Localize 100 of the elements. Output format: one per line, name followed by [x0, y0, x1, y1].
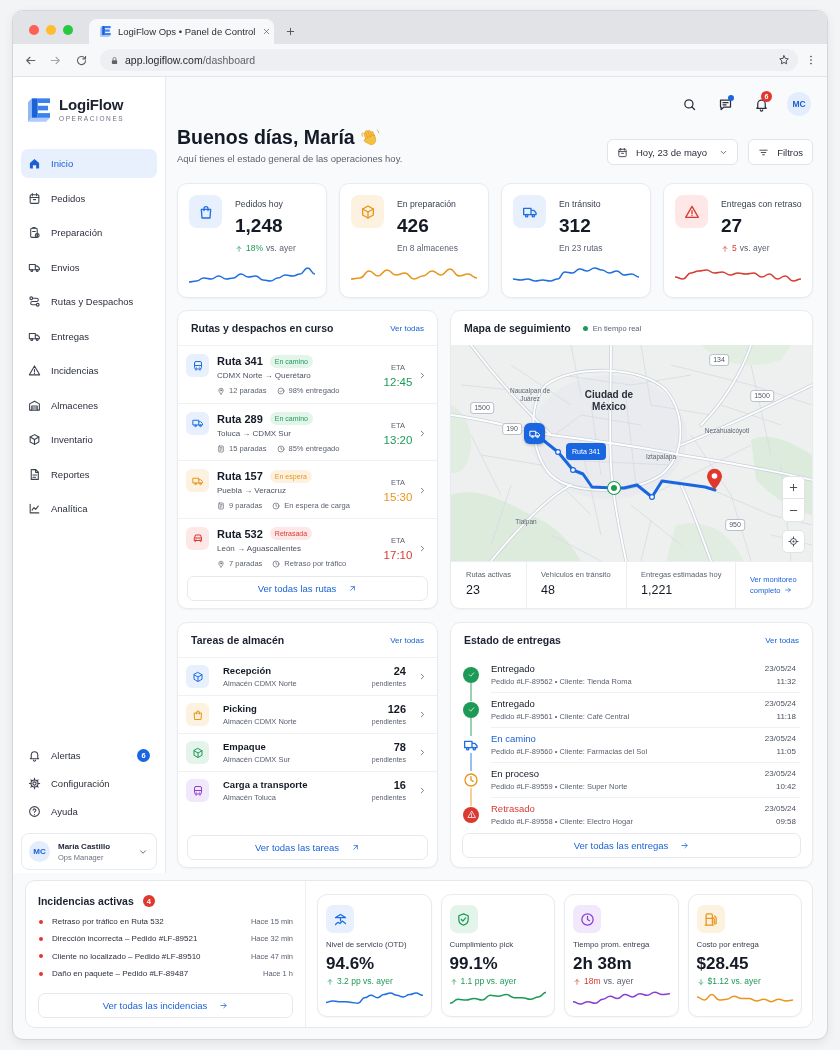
chevron-right-icon[interactable] [418, 428, 427, 438]
view-all-link[interactable]: Ver todas [390, 323, 424, 333]
eta-time: 17:10 [382, 547, 414, 562]
window-zoom-button[interactable] [63, 24, 73, 35]
route-name: Ruta 532 [217, 527, 263, 540]
window-close-button[interactable] [29, 24, 39, 35]
filter-button[interactable]: Filtros [748, 139, 813, 165]
brand-name: LogiFlow [59, 96, 125, 113]
delivery-date: 23/05/24 [764, 662, 796, 674]
incident-text[interactable]: Retraso por tráfico en Ruta 532 [52, 917, 164, 927]
box-icon [351, 195, 384, 228]
panel-title: Mapa de seguimiento [464, 322, 571, 334]
clock-icon [276, 444, 285, 453]
chevron-right-icon[interactable] [418, 748, 427, 757]
nav-item[interactable]: Incidencias [21, 356, 157, 385]
nav-item[interactable]: Almacenes [21, 390, 157, 420]
nav-item[interactable]: Configuración [21, 769, 157, 797]
stat-note: En 8 almacenes [397, 243, 458, 254]
view-all-link[interactable]: Ver todas [765, 635, 799, 645]
nav-item[interactable]: Ayuda [21, 797, 157, 825]
document-icon [217, 502, 225, 510]
box-icon [186, 665, 209, 688]
delivery-date: 23/05/24 [764, 732, 796, 744]
warehouse-icon [28, 398, 41, 412]
change-note: vs. ayer [266, 243, 296, 254]
panel-title: Estado de entregas [464, 634, 561, 646]
delivery-status: Entregado [491, 697, 536, 710]
chevron-right-icon[interactable] [418, 786, 427, 795]
document-icon [28, 467, 41, 481]
delivery-date: 23/05/24 [764, 697, 796, 709]
nav-item[interactable]: Rutas y Despachos [21, 287, 157, 316]
clock-icon [272, 559, 281, 568]
stat-value: 27 [721, 214, 744, 238]
delivery-date: 23/05/24 [764, 802, 796, 814]
chevron-right-icon[interactable] [418, 672, 427, 681]
nav-item[interactable]: Envios [21, 252, 157, 282]
awning-chart-icon [326, 905, 354, 933]
chevron-right-icon[interactable] [418, 543, 427, 553]
locate-icon [788, 536, 799, 547]
view-all-deliveries-button[interactable]: Ver todas las entregas [462, 833, 801, 858]
delivery-status: En camino [491, 732, 537, 745]
address-bar[interactable]: app.logiflow.com/dashboard [100, 49, 798, 71]
nav-item[interactable]: Reportes [21, 459, 157, 489]
arrow-right-icon [680, 841, 690, 850]
task-name: Recepción [223, 664, 273, 677]
line-chart-icon [28, 502, 41, 515]
chat-icon [717, 96, 733, 112]
eta-time: 12:45 [382, 375, 414, 389]
destination-pin-icon[interactable] [706, 468, 723, 490]
greeting-subtitle: Aquí tienes el estado general de las operaciones hoy. [177, 153, 403, 165]
nav-item[interactable]: Entregas [21, 321, 157, 351]
task-count: 16 [392, 779, 406, 792]
arrow-up-right-icon [348, 584, 358, 593]
view-all-tasks-button[interactable]: Ver todas las tareas [187, 835, 428, 860]
nav-item[interactable]: Preparación [21, 218, 157, 247]
map-pin-icon [217, 559, 225, 568]
nav-item[interactable]: Pedidos [21, 183, 157, 213]
kpi-value: 99.1% [449, 954, 499, 974]
date-picker-button[interactable]: Hoy, 23 de mayo [607, 139, 739, 165]
plus-icon[interactable] [285, 26, 296, 37]
status-dot-icon [39, 954, 43, 959]
zoom-in-button[interactable] [782, 476, 805, 499]
status-dot-icon [39, 936, 43, 941]
incident-text[interactable]: Dirección incorrecta – Pedido #LF-89521 [52, 934, 198, 944]
chevron-right-icon[interactable] [418, 486, 427, 495]
kpi-value: 94.6% [326, 954, 376, 974]
route-path: CDMX Norte → Querétaro [217, 370, 312, 381]
nav-item[interactable]: Analítica [21, 494, 157, 523]
incident-text[interactable]: Cliente no localizado – Pedido #LF-89510 [52, 951, 201, 961]
user-name: María Castillo [58, 840, 110, 852]
favicon-icon [100, 26, 111, 37]
nav-item[interactable]: Inventario [21, 425, 157, 454]
view-all-routes-button[interactable]: Ver todas las rutas [187, 576, 428, 601]
route-name: Ruta 289 [217, 412, 263, 425]
fuel-pump-icon [696, 905, 725, 933]
route-name: Ruta 341 [217, 355, 263, 367]
user-avatar[interactable]: MC [787, 92, 811, 116]
change-value: 18m [584, 976, 601, 987]
search-icon [681, 96, 697, 112]
browser-tab[interactable]: LogiFlow Ops • Panel de Control [89, 19, 274, 44]
chevron-right-icon[interactable] [418, 710, 427, 719]
start-point-icon [608, 482, 620, 494]
incident-text[interactable]: Daño en paquete – Pedido #LF-89487 [52, 969, 189, 979]
bus-icon [186, 779, 209, 802]
kpi-value: 2h 38m [573, 954, 633, 974]
star-icon[interactable] [777, 54, 790, 66]
reload-icon[interactable] [74, 53, 88, 67]
clock-icon [463, 771, 479, 788]
document-icon [217, 444, 225, 453]
truck-icon [186, 411, 209, 435]
car-icon [186, 526, 209, 550]
view-all-incidents-button[interactable]: Ver todas las incidencias [38, 993, 293, 1018]
live-dot-icon [582, 325, 588, 331]
task-count: 24 [392, 665, 406, 678]
view-all-link[interactable]: Ver todas [390, 635, 424, 645]
locate-button[interactable] [782, 530, 805, 553]
nav-item[interactable]: Inicio [21, 149, 157, 178]
change-note: vs. ayer [739, 243, 770, 254]
chevron-right-icon[interactable] [418, 371, 427, 380]
close-icon[interactable] [262, 27, 272, 36]
